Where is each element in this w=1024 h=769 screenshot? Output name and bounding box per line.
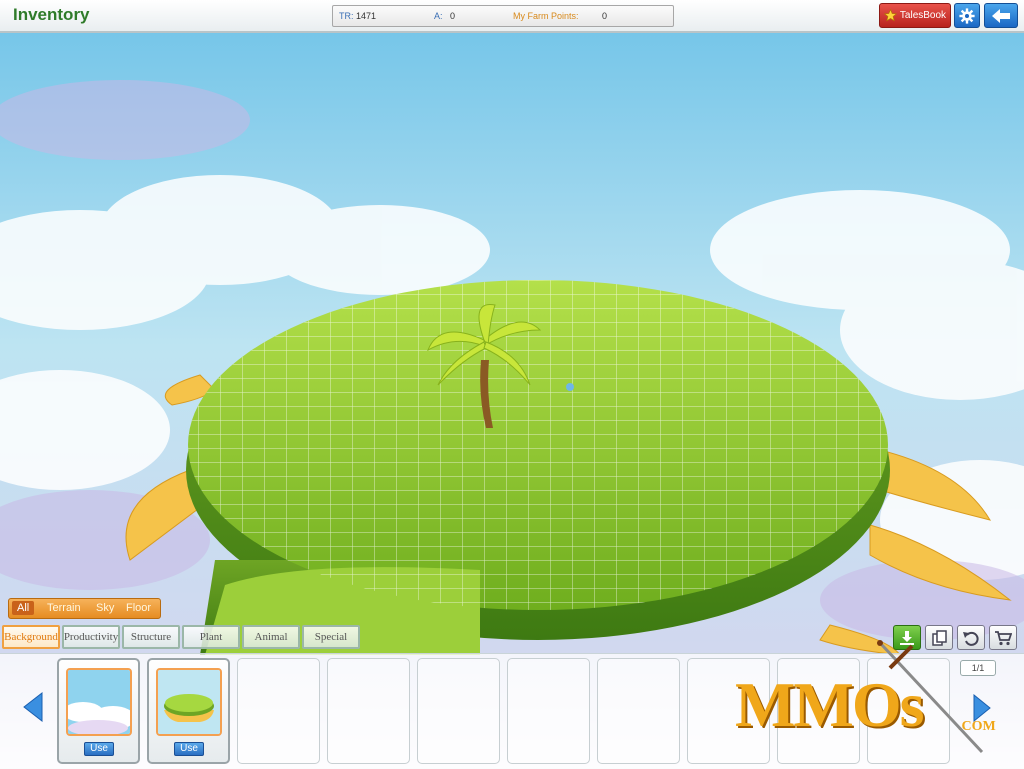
a-value: 0 — [450, 11, 456, 21]
inventory-slot-empty[interactable] — [507, 658, 590, 764]
category-structure[interactable]: Structure — [122, 625, 180, 649]
filter-terrain[interactable]: Terrain — [47, 602, 81, 614]
sky-background-thumbnail — [66, 668, 132, 736]
use-button[interactable]: Use — [84, 742, 114, 756]
category-productivity[interactable]: Productivity — [62, 625, 120, 649]
star-icon — [883, 9, 897, 22]
inventory-slot[interactable]: Use — [57, 658, 140, 764]
use-button[interactable]: Use — [174, 742, 204, 756]
inventory-slot-empty[interactable] — [417, 658, 500, 764]
talesbook-button[interactable]: TalesBook — [879, 3, 951, 28]
category-plant[interactable]: Plant — [182, 625, 240, 649]
sword-icon — [877, 640, 984, 754]
stats-bar: TR: 1471 A: 0 My Farm Points: 0 — [332, 5, 674, 27]
inventory-slot-empty[interactable] — [597, 658, 680, 764]
settings-button[interactable] — [954, 3, 980, 28]
top-bar: Inventory TR: 1471 A: 0 My Farm Points: … — [0, 0, 1024, 33]
category-animal[interactable]: Animal — [242, 625, 300, 649]
inventory-slot-empty[interactable] — [327, 658, 410, 764]
back-button[interactable] — [984, 3, 1018, 28]
island-thumbnail — [156, 668, 222, 736]
a-label: A: — [434, 11, 443, 21]
filter-all[interactable]: All — [12, 601, 35, 615]
inventory-slot[interactable]: Use — [147, 658, 230, 764]
filter-floor[interactable]: Floor — [126, 602, 151, 614]
back-arrow-icon — [992, 8, 1010, 23]
farm-points-label: My Farm Points: — [513, 11, 579, 21]
left-arrow-icon[interactable] — [22, 692, 44, 722]
page-title: Inventory — [13, 5, 90, 24]
talesbook-label: TalesBook — [899, 10, 947, 21]
farm-points-value: 0 — [602, 11, 608, 21]
shop-button[interactable] — [989, 625, 1017, 650]
category-special[interactable]: Special — [302, 625, 360, 649]
category-background[interactable]: Background — [2, 625, 60, 649]
filter-primary: All Terrain Sky Floor — [8, 598, 161, 619]
filter-sky[interactable]: Sky — [96, 602, 114, 614]
inventory-slot-empty[interactable] — [237, 658, 320, 764]
gear-icon — [959, 7, 975, 24]
cart-icon — [995, 630, 1012, 645]
tr-value: 1471 — [356, 11, 377, 21]
tr-label: TR: — [339, 11, 354, 21]
